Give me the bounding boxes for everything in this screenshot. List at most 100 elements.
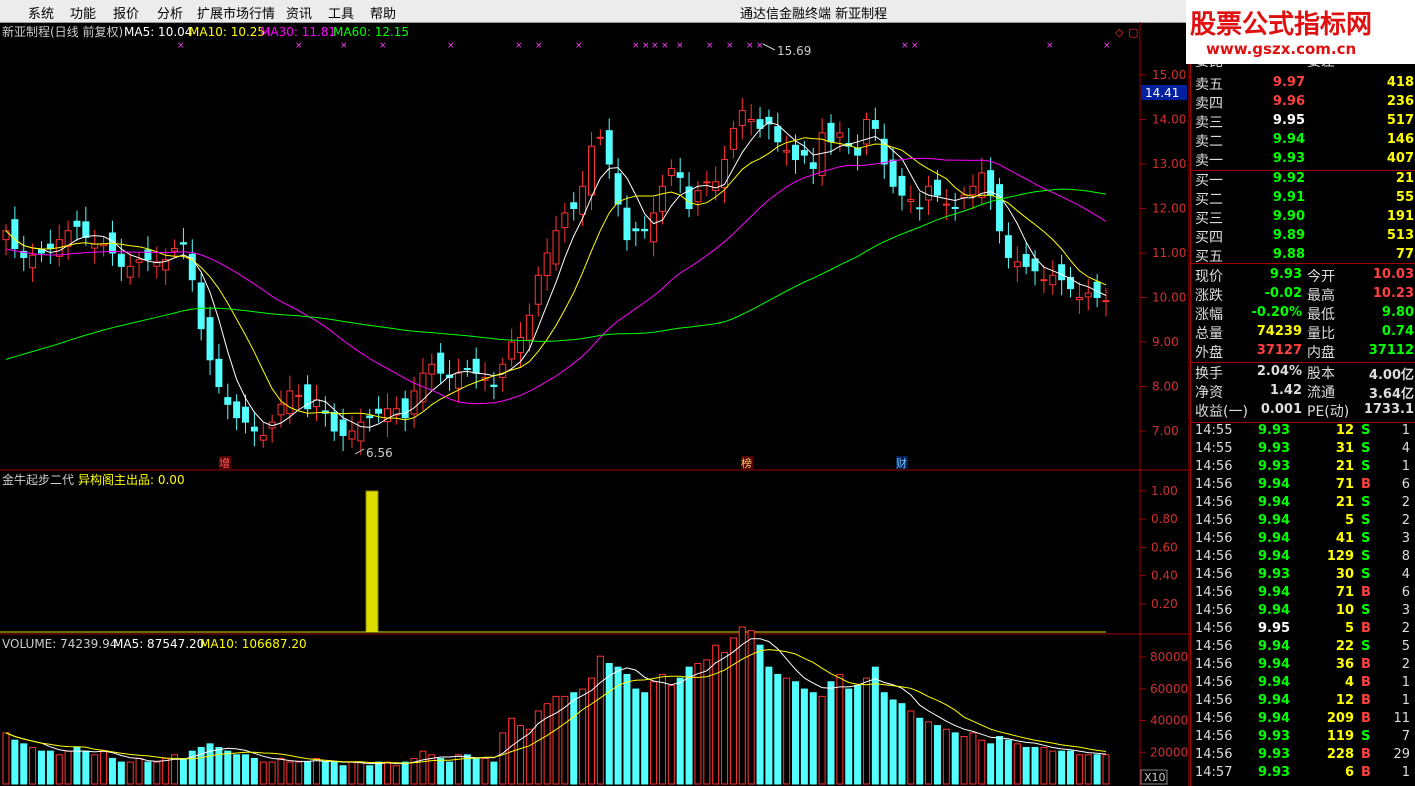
volume-bar bbox=[224, 750, 232, 785]
volume-bar bbox=[1084, 754, 1092, 785]
menu-item-0[interactable]: 系统 bbox=[28, 3, 54, 22]
buy-level-price[interactable]: 9.92 bbox=[1245, 171, 1305, 186]
candle-body bbox=[942, 203, 950, 206]
menu-item-1[interactable]: 功能 bbox=[70, 3, 96, 22]
menu-item-6[interactable]: 工具 bbox=[328, 3, 354, 22]
tick-volume: 21 bbox=[1335, 459, 1354, 474]
event-mark-zeng[interactable]: 增 bbox=[219, 456, 230, 470]
buy-level-volume: 191 bbox=[1386, 209, 1414, 224]
volume-bar bbox=[117, 761, 125, 785]
price-axis-label: 12.00 bbox=[1152, 202, 1186, 216]
buy-level-price[interactable]: 9.90 bbox=[1245, 209, 1305, 224]
candle-body bbox=[100, 243, 108, 247]
price-axis-label: 8.00 bbox=[1152, 380, 1179, 394]
signal-star: × bbox=[642, 41, 650, 51]
volume-bar bbox=[286, 761, 294, 785]
diamond-icon[interactable]: ◇ bbox=[1115, 26, 1124, 39]
buy-level-price[interactable]: 9.88 bbox=[1245, 247, 1305, 262]
volume-bar bbox=[543, 703, 551, 785]
tick-row: 14:57 9.93 6 B 1 bbox=[1190, 765, 1415, 783]
quote-value: 0.001 bbox=[1260, 402, 1302, 417]
volume-bar bbox=[525, 728, 533, 785]
signal-star: × bbox=[1046, 41, 1054, 51]
ma5-line bbox=[5, 121, 1107, 428]
quote-value: 10.03 bbox=[1372, 267, 1414, 282]
buy-level-price[interactable]: 9.91 bbox=[1245, 190, 1305, 205]
buy-level-volume: 513 bbox=[1386, 228, 1414, 243]
quote-value: 3.64亿 bbox=[1368, 387, 1414, 402]
tick-count: 3 bbox=[1401, 603, 1410, 618]
sell-level-price[interactable]: 9.94 bbox=[1245, 132, 1305, 147]
candle-body bbox=[375, 408, 383, 414]
quote-value: 9.80 bbox=[1381, 305, 1414, 320]
candle-body bbox=[259, 434, 267, 441]
volume-axis-label: 20000 bbox=[1150, 745, 1188, 759]
quote-value: -0.20% bbox=[1251, 305, 1303, 320]
quote-label: 内盘 bbox=[1307, 345, 1335, 361]
candle-body bbox=[277, 403, 285, 416]
watermark-line1: 股票公式指标网 bbox=[1190, 10, 1373, 40]
event-mark-bang[interactable]: 榜 bbox=[741, 456, 752, 470]
volume-bar bbox=[126, 761, 134, 785]
candle-body bbox=[783, 150, 791, 153]
menu-item-4[interactable]: 扩展市场行情 bbox=[197, 3, 275, 22]
menu-item-5[interactable]: 资讯 bbox=[286, 3, 312, 22]
sell-level-price[interactable]: 9.93 bbox=[1245, 151, 1305, 166]
volume-bar bbox=[623, 673, 631, 785]
tick-price: 9.94 bbox=[1258, 657, 1291, 672]
sell-level-price[interactable]: 9.95 bbox=[1245, 113, 1305, 128]
quote-value: 10.23 bbox=[1372, 286, 1414, 301]
indicator-line-legend: 异构阁主出品: 0.00 bbox=[78, 472, 185, 487]
menu-item-7[interactable]: 帮助 bbox=[370, 3, 396, 22]
buy-level-price[interactable]: 9.89 bbox=[1245, 228, 1305, 243]
volume-bar bbox=[20, 743, 28, 785]
quote-label: 量比 bbox=[1307, 326, 1335, 342]
candlesticks bbox=[2, 97, 1110, 456]
quote-value: -0.02 bbox=[1264, 286, 1302, 301]
volume-bar bbox=[517, 725, 525, 785]
volume-bar bbox=[46, 750, 54, 785]
sell-level-price[interactable]: 9.97 bbox=[1245, 75, 1305, 90]
volume-bar bbox=[552, 695, 560, 785]
buy-level-volume: 77 bbox=[1395, 247, 1414, 262]
event-mark-cai[interactable]: 财 bbox=[896, 456, 907, 470]
quote-panel: 委比-33.33%委差卖五9.97418卖四9.96236卖三9.95517卖二… bbox=[1190, 22, 1415, 786]
sell-level-price[interactable]: 9.96 bbox=[1245, 94, 1305, 109]
indicator-name: 金牛起步二代 bbox=[2, 472, 74, 487]
price-axis-label: 7.00 bbox=[1152, 424, 1179, 438]
candle-body bbox=[437, 352, 445, 374]
signal-star: × bbox=[661, 41, 669, 51]
quote-label: 净资 bbox=[1195, 385, 1223, 401]
volume-bar bbox=[712, 644, 720, 785]
volume-bar bbox=[694, 663, 702, 785]
tick-side: B bbox=[1361, 711, 1371, 726]
indicator-axis-label: 0.60 bbox=[1151, 540, 1178, 554]
candle-body bbox=[1031, 258, 1039, 272]
tick-count: 5 bbox=[1401, 639, 1410, 654]
candle-body bbox=[933, 179, 941, 196]
volume-bar bbox=[1075, 754, 1083, 785]
candle-body bbox=[614, 173, 622, 205]
tick-row: 14:55 9.93 12 S 1 bbox=[1190, 423, 1415, 441]
volume-bar bbox=[82, 750, 90, 785]
candle-body bbox=[366, 415, 374, 419]
menu-item-2[interactable]: 报价 bbox=[113, 3, 139, 22]
menu-item-3[interactable]: 分析 bbox=[157, 3, 183, 22]
volume-bar bbox=[490, 761, 498, 785]
window-toggle-icon[interactable]: ▢ bbox=[1128, 26, 1138, 39]
candle-body bbox=[233, 401, 241, 419]
volume-bar bbox=[481, 757, 489, 785]
low-label: 6.56 bbox=[366, 446, 393, 460]
tick-side: B bbox=[1361, 693, 1371, 708]
candle-body bbox=[792, 144, 800, 161]
candle-body bbox=[632, 228, 640, 232]
price-axis-label: 13.00 bbox=[1152, 157, 1186, 171]
volume-bar bbox=[242, 754, 250, 785]
buy-level-label: 买一 bbox=[1195, 173, 1223, 189]
signal-star: × bbox=[1103, 41, 1111, 51]
volume-axis-label: 80000 bbox=[1150, 650, 1188, 664]
candle-body bbox=[836, 132, 844, 138]
volume-bar bbox=[729, 637, 737, 785]
volume-bar bbox=[854, 684, 862, 785]
chart-area[interactable]: 新亚制程(日线 前复权) MA5: 10.04 MA10: 10.25 MA30… bbox=[0, 22, 1190, 786]
